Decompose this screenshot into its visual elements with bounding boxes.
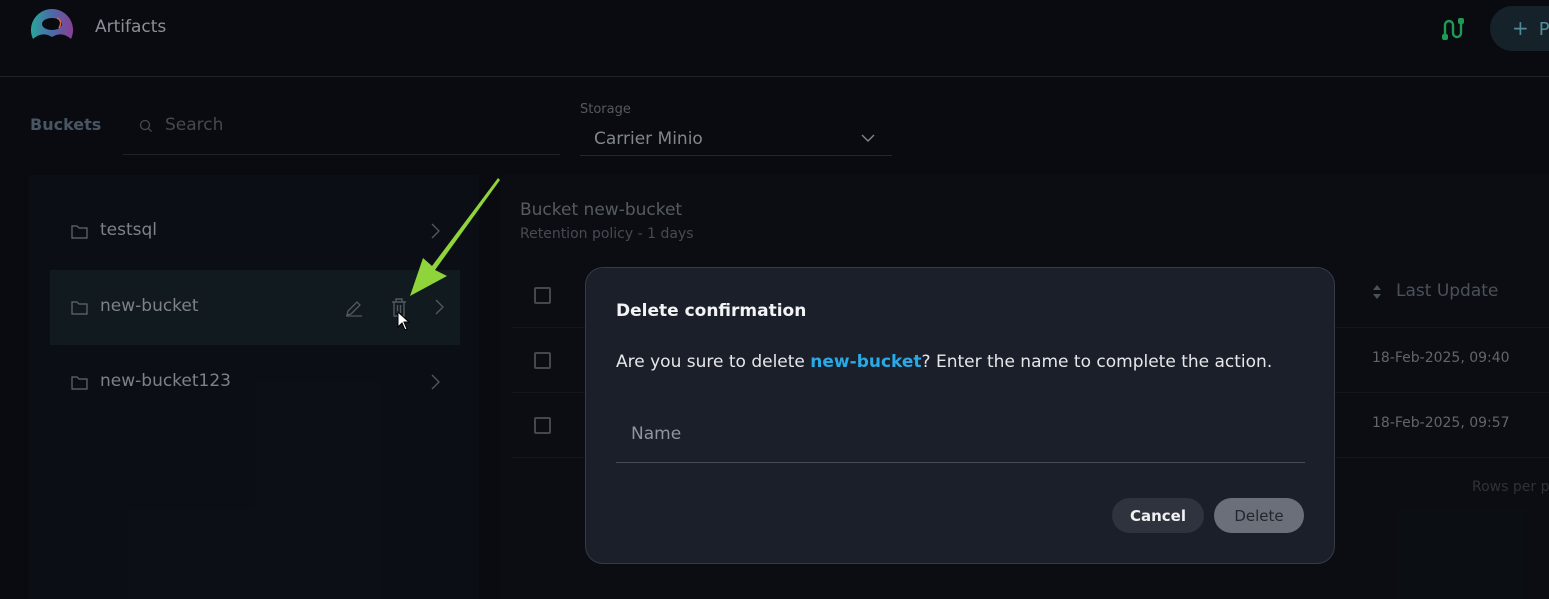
- name-field: [616, 411, 1305, 463]
- cancel-button[interactable]: Cancel: [1112, 498, 1204, 533]
- message-prefix: Are you sure to delete: [616, 352, 811, 372]
- dialog-message: Are you sure to delete new-bucket? Enter…: [616, 352, 1272, 372]
- plus-icon: +: [1512, 16, 1529, 40]
- name-input[interactable]: [631, 419, 1291, 449]
- delete-confirmation-dialog: Delete confirmation Are you sure to dele…: [585, 267, 1335, 564]
- add-button-label: P: [1538, 19, 1549, 40]
- add-button[interactable]: + P: [1490, 6, 1549, 51]
- app-header: Artifacts + P: [0, 0, 1549, 77]
- dialog-title: Delete confirmation: [616, 301, 807, 321]
- message-suffix: ? Enter the name to complete the action.: [921, 352, 1273, 372]
- integrations-icon[interactable]: [1439, 16, 1465, 42]
- app-title: Artifacts: [95, 17, 167, 37]
- app-logo: [30, 8, 74, 39]
- delete-button[interactable]: Delete: [1214, 498, 1304, 533]
- bucket-name-highlight: new-bucket: [810, 352, 922, 372]
